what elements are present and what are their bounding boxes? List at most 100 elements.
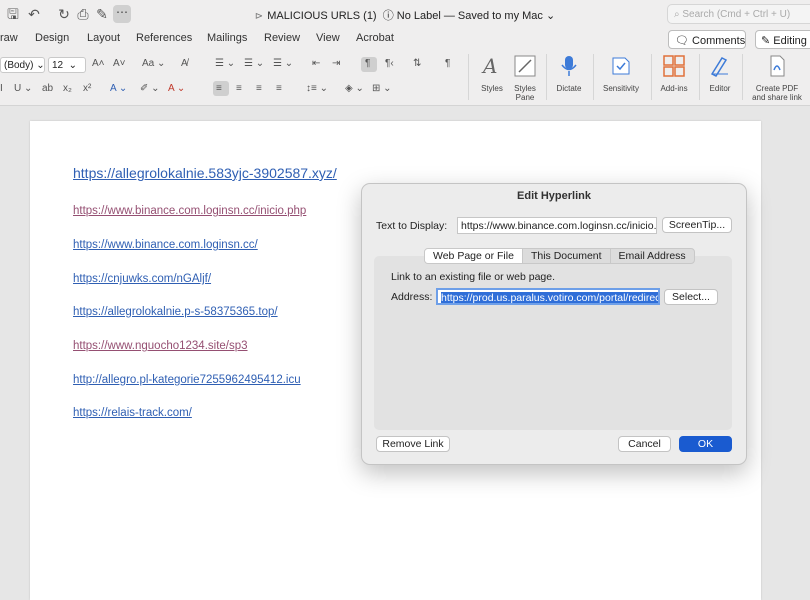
text-to-display-input[interactable]: https://www.binance.com.loginsn.cc/inici… <box>457 217 657 234</box>
ok-button[interactable]: OK <box>679 436 732 452</box>
dialog-title: Edit Hyperlink <box>517 190 591 202</box>
dictate-label: Dictate <box>556 84 582 93</box>
editor-label: Editor <box>709 84 731 93</box>
link-type-tabs: Web Page or File This Document Email Add… <box>424 248 695 264</box>
sensitivity-label: Sensitivity <box>602 84 639 93</box>
edit-hyperlink-dialog: Edit Hyperlink Text to Display: https://… <box>361 183 747 465</box>
sort-icon[interactable]: ⇅ <box>413 58 421 69</box>
title-bar: 🖫 ↶ ↻ ⎙ ✎ ⋯ ⊳ MALICIOUS URLS (1) ⓘ No Lab… <box>0 0 810 28</box>
editor-button[interactable]: Editor <box>704 54 736 93</box>
tab-design[interactable]: Design <box>35 32 69 44</box>
align-center-icon[interactable]: ≡ <box>236 83 242 94</box>
align-left-icon: ≡ <box>216 83 222 94</box>
hyperlink[interactable]: http://allegro.pl-kategorie7255962495412… <box>73 374 301 386</box>
tab-this-document[interactable]: This Document <box>521 249 610 263</box>
highlight-icon[interactable]: ✐ ⌄ <box>140 83 160 94</box>
shrink-font-icon[interactable]: A˅ <box>113 58 126 69</box>
comments-label: Comments <box>692 35 746 47</box>
cancel-button[interactable]: Cancel <box>618 436 671 452</box>
address-label: Address: <box>391 291 433 303</box>
styles-label: Styles <box>481 84 503 93</box>
font-color-icon[interactable]: A ⌄ <box>168 83 185 94</box>
multilevel-list-icon[interactable]: ☰ ⌄ <box>273 58 293 69</box>
addins-label: Add-ins <box>660 84 688 93</box>
create-pdf-label: Create PDF and share link <box>752 84 802 102</box>
ltr-icon[interactable]: ¶‹ <box>385 58 394 69</box>
tab-acrobat[interactable]: Acrobat <box>356 32 394 44</box>
svg-text:A: A <box>481 54 497 78</box>
styles-pane-label: Styles Pane <box>514 84 536 102</box>
hyperlink[interactable]: https://cnjuwks.com/nGAljf/ <box>73 273 211 285</box>
sensitivity-button[interactable]: Sensitivity <box>598 54 644 93</box>
change-case-icon[interactable]: Aa ⌄ <box>142 58 165 69</box>
shading-icon[interactable]: ◈ ⌄ <box>345 83 364 94</box>
hyperlink[interactable]: https://allegrolokalnie.p-s-58375365.top… <box>73 306 278 318</box>
grow-font-icon[interactable]: A˄ <box>92 58 105 69</box>
addins-button[interactable]: Add-ins <box>656 54 692 93</box>
line-spacing-icon[interactable]: ↕≡ ⌄ <box>306 83 328 94</box>
tab-view[interactable]: View <box>316 32 340 44</box>
font-name-value: (Body) <box>4 60 34 71</box>
borders-icon[interactable]: ⊞ ⌄ <box>372 83 392 94</box>
dictate-button[interactable]: Dictate <box>552 54 586 93</box>
styles-icon: A <box>481 54 497 78</box>
tab-web-page-or-file[interactable]: Web Page or File <box>425 249 522 263</box>
hyperlink[interactable]: https://relais-track.com/ <box>73 407 192 419</box>
address-value: https://prod.us.paralus.votiro.com/porta… <box>441 292 658 303</box>
ribbon-separator <box>468 54 469 100</box>
address-input[interactable]: https://prod.us.paralus.votiro.com/porta… <box>436 288 660 305</box>
screentip-button[interactable]: ScreenTip... <box>662 217 732 233</box>
styles-button[interactable]: A Styles <box>476 54 508 93</box>
subscript-icon[interactable]: x₂ <box>63 83 72 94</box>
remove-link-button[interactable]: Remove Link <box>376 436 450 452</box>
hyperlink[interactable]: https://www.binance.com.loginsn.cc/inici… <box>73 205 306 217</box>
document-icon: ⊳ <box>254 11 264 22</box>
editor-icon <box>710 57 728 77</box>
sensitivity-icon <box>612 57 630 75</box>
tab-references[interactable]: References <box>136 32 192 44</box>
font-size-value: 12 <box>52 60 64 71</box>
hyperlink[interactable]: https://www.binance.com.loginsn.cc/ <box>73 239 258 251</box>
select-button[interactable]: Select... <box>664 289 718 305</box>
tab-review[interactable]: Review <box>264 32 300 44</box>
ribbon-separator <box>699 54 700 100</box>
justify-icon[interactable]: ≡ <box>276 83 282 94</box>
comment-icon: 🗨 <box>675 35 689 47</box>
italic-icon[interactable]: I <box>0 83 3 94</box>
align-right-icon[interactable]: ≡ <box>256 83 262 94</box>
pdf-share-icon <box>770 55 785 77</box>
create-pdf-button[interactable]: Create PDF and share link <box>746 54 808 102</box>
ribbon-separator <box>742 54 743 100</box>
ribbon-separator <box>651 54 652 100</box>
hyperlink[interactable]: https://www.nguocho1234.site/sp3 <box>73 340 248 352</box>
search-placeholder: Search (Cmd + Ctrl + U) <box>682 9 791 20</box>
underline-icon[interactable]: U ⌄ <box>14 83 32 94</box>
search-input[interactable]: ⌕ Search (Cmd + Ctrl + U) <box>667 4 810 24</box>
tab-layout[interactable]: Layout <box>87 32 120 44</box>
font-name-select[interactable]: (Body) ⌄ <box>0 57 45 73</box>
increase-indent-icon[interactable]: ⇥ <box>332 58 340 69</box>
microphone-icon <box>561 56 577 76</box>
editing-label: Editing <box>773 35 807 47</box>
paragraph-marks-icon[interactable]: ¶ <box>445 58 450 69</box>
clear-format-icon[interactable]: A̸ <box>181 58 188 69</box>
label-status[interactable]: ⓘ No Label — Saved to my Mac <box>383 10 543 22</box>
decrease-indent-icon[interactable]: ⇤ <box>312 58 320 69</box>
tab-email-address[interactable]: Email Address <box>609 249 694 263</box>
editing-button[interactable]: ✎ Editing <box>755 30 810 49</box>
superscript-icon[interactable]: x² <box>83 83 91 94</box>
comments-button[interactable]: 🗨 Comments <box>668 30 746 49</box>
tab-draw[interactable]: raw <box>0 32 18 44</box>
styles-pane-button[interactable]: Styles Pane <box>510 54 540 102</box>
tab-mailings[interactable]: Mailings <box>207 32 247 44</box>
text-effects-icon[interactable]: A ⌄ <box>110 83 127 94</box>
link-hint: Link to an existing file or web page. <box>391 271 556 283</box>
strikethrough-icon[interactable]: ab <box>42 83 53 94</box>
hyperlink[interactable]: https://allegrolokalnie.583yjc-3902587.x… <box>73 165 337 181</box>
bullets-icon[interactable]: ☰ ⌄ <box>215 58 235 69</box>
pencil-icon: ✎ <box>761 35 771 47</box>
font-size-select[interactable]: 12 ⌄ <box>48 57 86 73</box>
numbering-icon[interactable]: ☰ ⌄ <box>244 58 264 69</box>
document-name: MALICIOUS URLS (1) <box>267 10 377 22</box>
text-to-display-label: Text to Display: <box>376 220 448 232</box>
